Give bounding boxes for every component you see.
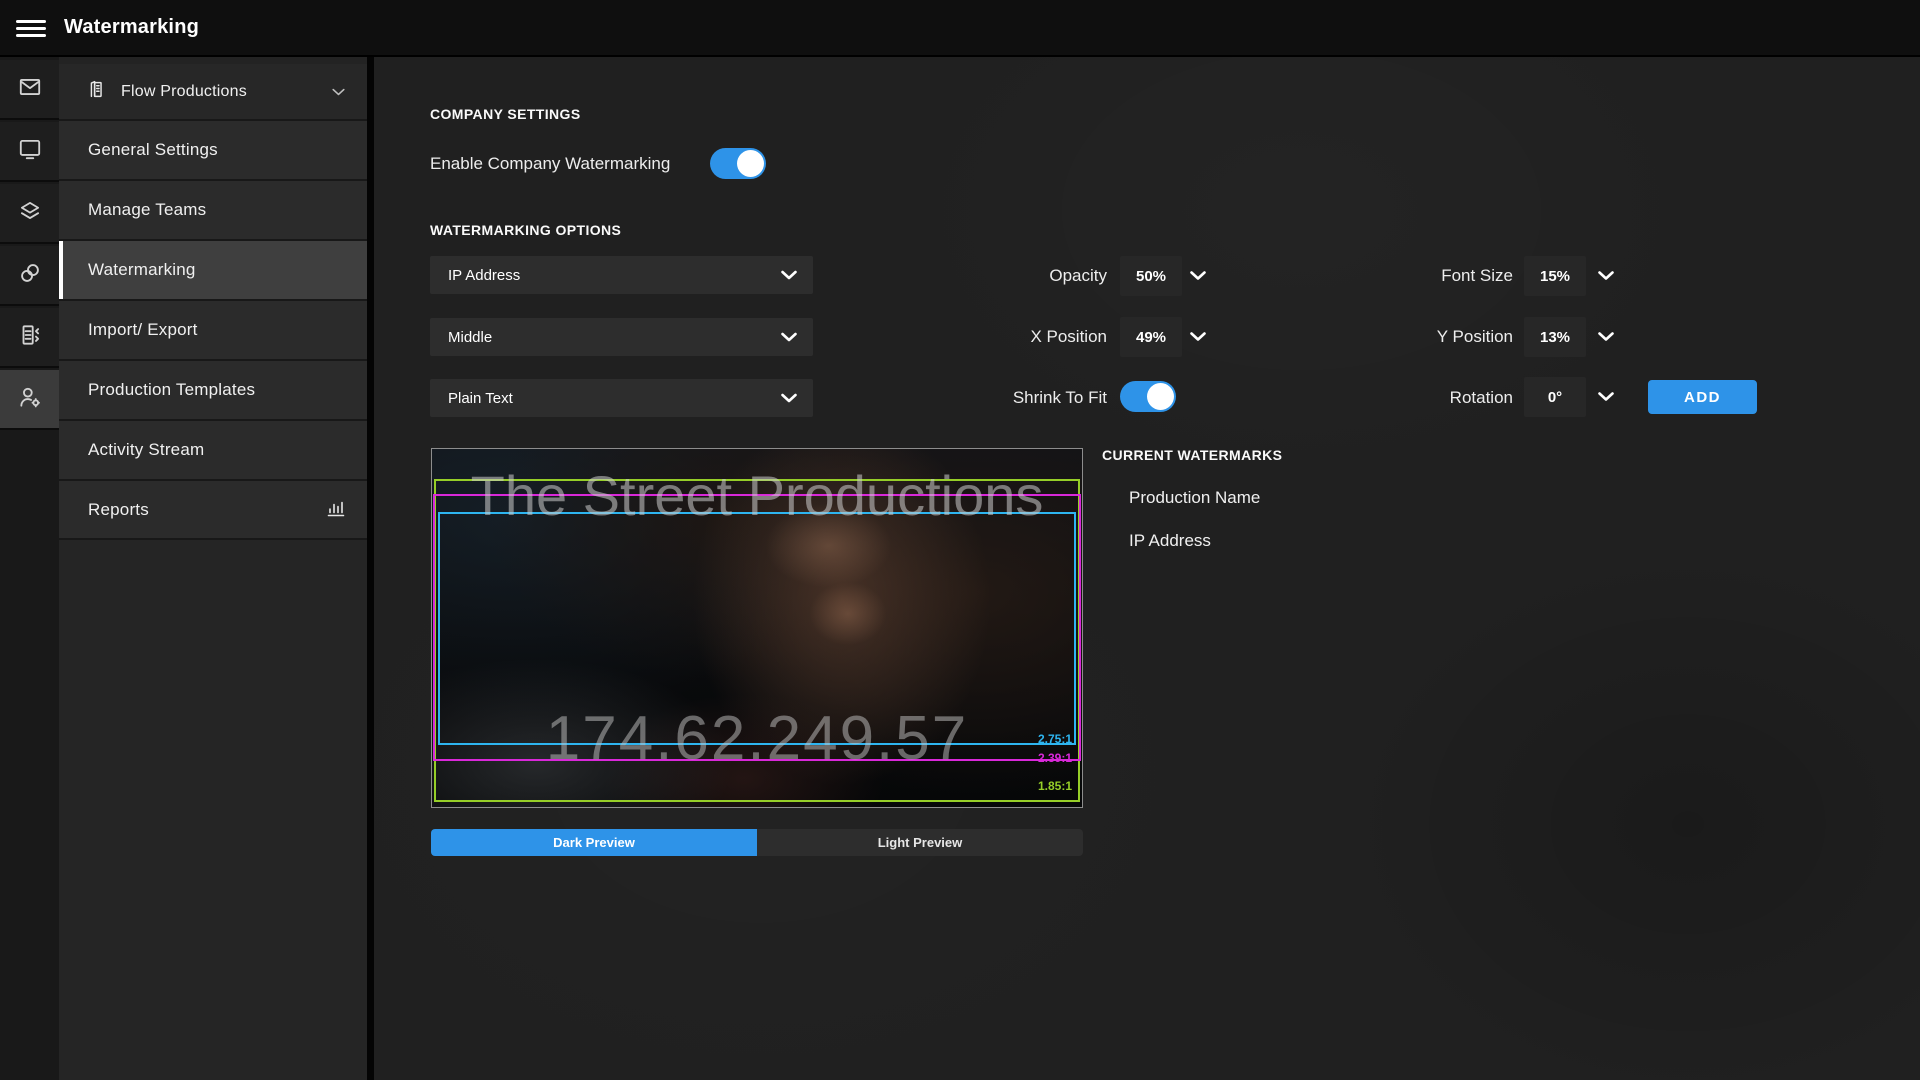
- font-size-label: Font Size: [1346, 266, 1513, 286]
- sidebar-item-general-settings[interactable]: General Settings: [59, 121, 367, 181]
- rotation-label: Rotation: [1346, 388, 1513, 408]
- rail-item-server-code[interactable]: [0, 308, 59, 368]
- icon-rail: [0, 57, 59, 1080]
- y-position-value[interactable]: 13%: [1524, 317, 1586, 357]
- selected-indicator: [59, 241, 63, 299]
- watermark-title-text: The Street Productions: [432, 461, 1082, 531]
- sidebar-item-import-export[interactable]: Import/ Export: [59, 301, 367, 361]
- workspace-label: Flow Productions: [121, 83, 247, 101]
- enable-watermarking-toggle[interactable]: [710, 148, 766, 179]
- position-dropdown[interactable]: Middle: [430, 318, 813, 356]
- chevron-down-icon: [781, 271, 797, 280]
- link-icon: [17, 260, 43, 291]
- sidebar-item-label: Reports: [88, 500, 149, 520]
- toggle-knob: [1147, 383, 1174, 410]
- layers-icon: [17, 198, 43, 229]
- x-position-value[interactable]: 49%: [1120, 317, 1182, 357]
- user-settings-icon: [17, 384, 43, 415]
- sidebar-item-label: Activity Stream: [88, 440, 204, 460]
- preview-mode-tabs: Dark Preview Light Preview: [431, 829, 1083, 856]
- watermark-preview: The Street Productions 174.62.249.57 2.7…: [431, 448, 1083, 808]
- watermark-ip-text: 174.62.249.57: [432, 699, 1082, 779]
- sidebar-item-label: Watermarking: [88, 260, 196, 280]
- font-size-chevron-down-icon[interactable]: [1598, 271, 1614, 280]
- mail-icon: [17, 74, 43, 105]
- aspect-label-185: 1.85:1: [1038, 779, 1072, 793]
- dropdown-value: Plain Text: [448, 390, 513, 407]
- chevron-down-icon: [332, 83, 345, 101]
- dropdown-value: IP Address: [448, 267, 520, 284]
- x-position-chevron-down-icon[interactable]: [1190, 332, 1206, 341]
- chevron-down-icon: [781, 333, 797, 342]
- watermarking-options-heading: WATERMARKING OPTIONS: [430, 222, 621, 238]
- aspect-label-275: 2.75:1: [1038, 732, 1072, 746]
- workspace-selector[interactable]: Flow Productions: [59, 64, 367, 121]
- sidebar-item-production-templates[interactable]: Production Templates: [59, 361, 367, 421]
- add-button[interactable]: ADD: [1648, 380, 1757, 414]
- enable-watermarking-label: Enable Company Watermarking: [430, 154, 670, 174]
- text-style-dropdown[interactable]: Plain Text: [430, 379, 813, 417]
- sidebar-empty-area: [59, 540, 367, 1080]
- y-position-chevron-down-icon[interactable]: [1598, 332, 1614, 341]
- toggle-knob: [737, 150, 764, 177]
- tab-light-preview[interactable]: Light Preview: [757, 829, 1083, 856]
- page-title: Watermarking: [64, 16, 199, 39]
- rail-item-monitor[interactable]: [0, 122, 59, 182]
- current-watermarks-heading: CURRENT WATERMARKS: [1102, 447, 1282, 463]
- building-icon: [85, 78, 107, 105]
- x-position-label: X Position: [940, 327, 1107, 347]
- chevron-down-icon: [781, 394, 797, 403]
- dropdown-value: Middle: [448, 329, 492, 346]
- shrink-to-fit-toggle[interactable]: [1120, 381, 1176, 412]
- sidebar-item-watermarking[interactable]: Watermarking: [59, 241, 367, 301]
- sidebar-item-reports[interactable]: Reports: [59, 481, 367, 540]
- company-settings-heading: COMPANY SETTINGS: [430, 106, 581, 122]
- sidebar-item-label: Manage Teams: [88, 200, 206, 220]
- opacity-chevron-down-icon[interactable]: [1190, 271, 1206, 280]
- sidebar-item-label: Production Templates: [88, 380, 255, 400]
- rotation-value[interactable]: 0°: [1524, 377, 1586, 417]
- server-code-icon: [17, 322, 43, 353]
- hamburger-menu-icon[interactable]: [16, 16, 46, 40]
- monitor-icon: [17, 136, 43, 167]
- rail-item-user-settings[interactable]: [0, 370, 59, 430]
- tab-dark-preview[interactable]: Dark Preview: [431, 829, 757, 856]
- sidebar-item-label: Import/ Export: [88, 320, 198, 340]
- top-bar: Watermarking: [0, 0, 1920, 57]
- shrink-to-fit-label: Shrink To Fit: [890, 388, 1107, 408]
- sidebar: Flow Productions General Settings Manage…: [59, 57, 367, 1080]
- sidebar-main-divider: [367, 57, 374, 1080]
- sidebar-item-manage-teams[interactable]: Manage Teams: [59, 181, 367, 241]
- aspect-label-239: 2.39:1: [1038, 751, 1072, 765]
- rail-item-link[interactable]: [0, 246, 59, 306]
- rail-item-layers[interactable]: [0, 184, 59, 244]
- sidebar-item-label: General Settings: [88, 140, 218, 160]
- rail-item-mail[interactable]: [0, 60, 59, 120]
- font-size-value[interactable]: 15%: [1524, 256, 1586, 296]
- bar-chart-icon: [323, 495, 347, 524]
- opacity-label: Opacity: [940, 266, 1107, 286]
- watermark-type-dropdown[interactable]: IP Address: [430, 256, 813, 294]
- sidebar-item-activity-stream[interactable]: Activity Stream: [59, 421, 367, 481]
- opacity-value[interactable]: 50%: [1120, 256, 1182, 296]
- current-watermark-production-name[interactable]: Production Name: [1129, 488, 1260, 508]
- current-watermark-ip-address[interactable]: IP Address: [1129, 531, 1211, 551]
- y-position-label: Y Position: [1346, 327, 1513, 347]
- rotation-chevron-down-icon[interactable]: [1598, 392, 1614, 401]
